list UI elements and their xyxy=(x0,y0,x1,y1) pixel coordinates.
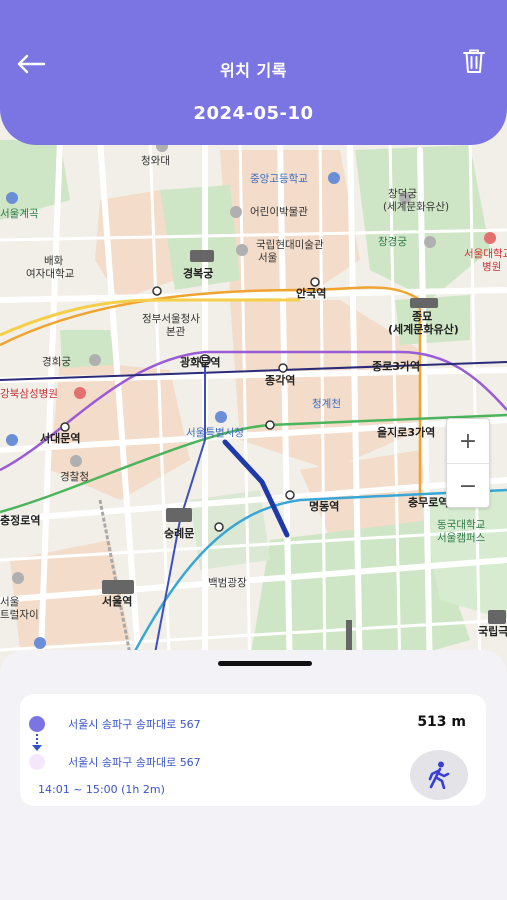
start-point-icon xyxy=(29,716,45,732)
walking-person-icon xyxy=(428,761,450,789)
start-address: 서울시 송파구 송파대로 567 xyxy=(68,718,201,731)
map-label-sungnyemun: 숭례문 xyxy=(164,527,195,540)
zoom-in-button[interactable]: + xyxy=(447,419,489,463)
end-address: 서울시 송파구 송파대로 567 xyxy=(68,756,201,769)
trash-icon xyxy=(463,49,485,73)
map-label-gyeonghuigung: 경희궁 xyxy=(42,356,71,368)
map-label-baekbeom: 백범광장 xyxy=(208,577,247,589)
map-label-joongang-high: 중앙고등학교 xyxy=(250,173,308,185)
map-label-jongmyo-sub: (세계문화유산) xyxy=(388,323,459,336)
app-header: 위치 기록 2024-05-10 xyxy=(0,0,507,145)
arrow-down-icon xyxy=(32,745,42,751)
zoom-out-button[interactable]: − xyxy=(447,464,489,508)
map-label-snu-hospital-sub: 병원 xyxy=(482,261,502,273)
map-label-jongmyo: 종묘 xyxy=(412,310,433,323)
map-label-cheongwadae: 청와대 xyxy=(141,155,170,167)
map-label-ewha: 배화 xyxy=(44,255,64,267)
map-label-city-hall: 서울특별시청 xyxy=(186,427,244,439)
map-label-dongguk: 동국대학교 xyxy=(437,519,486,531)
distance-value: 513 m xyxy=(417,714,466,730)
map-label-jonggak: 종각역 xyxy=(265,374,296,387)
map-label-gyeongbokgung: 경복궁 xyxy=(183,267,214,280)
map-label-anguk: 안국역 xyxy=(296,287,327,300)
map-label-tower-sub: 트럴자이 xyxy=(0,609,39,621)
map-label-dongguk-sub: 서울캠퍼스 xyxy=(437,532,486,544)
bottom-sheet: 서울시 송파구 송파대로 567 서울시 송파구 송파대로 567 14:01 … xyxy=(0,650,507,900)
map-label-seoul-tower: 서울 xyxy=(0,596,20,608)
map-label-seodaemun: 서대문역 xyxy=(40,432,81,445)
map-label-euljiro3: 을지로3가역 xyxy=(377,426,436,439)
map-label-natl-theater: 국립극 xyxy=(478,625,507,638)
record-date: 2024-05-10 xyxy=(193,103,314,124)
map-label-kangbuk-samsung: 강북삼성병원 xyxy=(0,388,58,400)
walk-mode-button[interactable] xyxy=(410,750,468,800)
end-point-icon xyxy=(29,754,45,770)
map-label-chungjeongno: 충정로역 xyxy=(0,514,41,527)
map-label-ewha-sub: 여자대학교 xyxy=(26,268,75,280)
map-label-gov-complex-sub: 본관 xyxy=(166,326,186,338)
map-label-changgyeonggung: 창경궁 xyxy=(378,236,407,248)
map-label-cheonggyecheon: 청계천 xyxy=(312,398,341,410)
time-range: 14:01 ~ 15:00 (1h 2m) xyxy=(38,783,165,796)
record-card[interactable]: 서울시 송파구 송파대로 567 서울시 송파구 송파대로 567 14:01 … xyxy=(20,694,486,806)
sheet-drag-handle[interactable] xyxy=(218,661,312,666)
map-label-kids-museum: 어린이박물관 xyxy=(250,206,308,218)
zoom-controls: + − xyxy=(446,418,490,508)
map-label-jongno3: 종로3가역 xyxy=(372,360,421,373)
map-label-natl-museum-sub: 서울 xyxy=(258,252,278,264)
map-label-changdeokgung: 창덕궁 xyxy=(388,188,417,200)
map-label-natl-museum: 국립현대미술관 xyxy=(256,239,324,251)
map-label-gwanghwamun: 광화문역 xyxy=(180,356,221,369)
map-label-seoul-station: 서울역 xyxy=(102,595,133,608)
map-label-seoul-science: 서울계곡 xyxy=(0,208,39,220)
map-label-chungmuro: 충무로역 xyxy=(408,496,449,509)
page-title: 위치 기록 xyxy=(220,61,287,80)
delete-button[interactable] xyxy=(459,46,489,76)
map-label-snu-hospital: 서울대학교 xyxy=(464,248,507,260)
map-label-myeongdong: 명동역 xyxy=(309,500,340,513)
map-label-police: 경찰청 xyxy=(60,471,89,483)
map-label-gov-complex: 정부서울청사 xyxy=(142,313,200,325)
map-label-changdeokgung-sub: (세계문화유산) xyxy=(383,201,450,213)
